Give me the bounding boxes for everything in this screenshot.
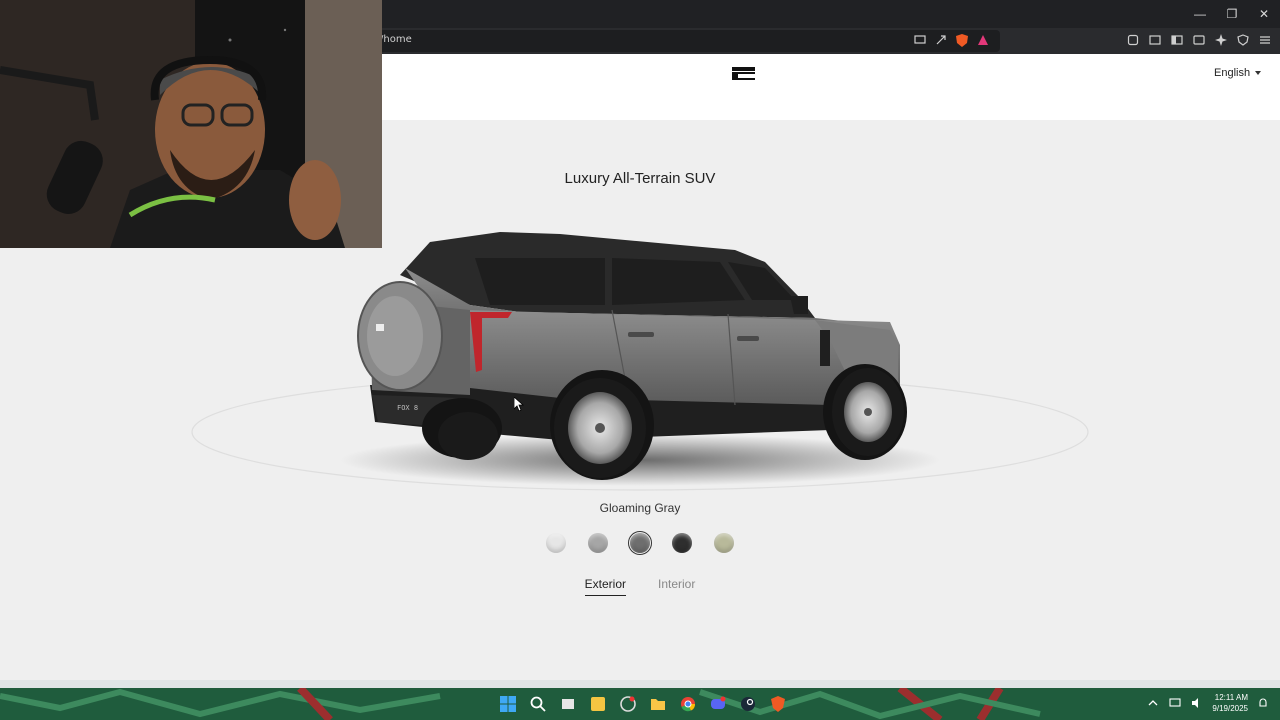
tab-exterior[interactable]: Exterior: [584, 577, 626, 596]
black-swatch[interactable]: [672, 533, 692, 553]
steam-icon[interactable]: [738, 694, 758, 714]
license-plate-text: FOX 8: [397, 404, 418, 412]
brave-shield-icon[interactable]: [955, 33, 969, 47]
widgets-icon[interactable]: [588, 694, 608, 714]
close-button[interactable]: ✕: [1248, 0, 1280, 28]
clock-date: 9/19/2025: [1212, 704, 1248, 713]
search-icon[interactable]: [528, 694, 548, 714]
caret-down-icon: [1255, 71, 1262, 75]
turntable-ring: [191, 373, 1089, 491]
cast-icon[interactable]: [913, 33, 927, 47]
sage-swatch[interactable]: [714, 533, 734, 553]
restore-button[interactable]: ❐: [1216, 0, 1248, 28]
wallet-icon[interactable]: [1148, 33, 1162, 47]
file-explorer-icon[interactable]: [648, 694, 668, 714]
brave-browser-icon[interactable]: [768, 694, 788, 714]
share-icon[interactable]: [934, 33, 948, 47]
suv-vehicle-image: FOX 8: [357, 232, 907, 480]
taskbar-divider: [0, 680, 1280, 688]
window-controls: — ❐ ✕: [1184, 0, 1280, 28]
brave-rewards-icon[interactable]: [976, 33, 990, 47]
notifications-icon[interactable]: [1256, 696, 1270, 710]
white-swatch[interactable]: [546, 533, 566, 553]
clock-time: 12:11 AM: [1214, 693, 1248, 702]
vehicle-shadow: [340, 434, 940, 486]
language-selector[interactable]: English: [1214, 67, 1262, 79]
task-view-icon[interactable]: [558, 694, 578, 714]
gloaming-gray-swatch[interactable]: [628, 531, 652, 555]
url-text[interactable]: /home: [380, 34, 412, 45]
network-icon[interactable]: [1168, 696, 1182, 710]
show-hidden-icons-icon[interactable]: [1146, 696, 1160, 710]
discord-icon[interactable]: [708, 694, 728, 714]
streamer-webcam-image: [0, 0, 382, 248]
windows-taskbar: 12:11 AM 9/19/2025: [0, 688, 1280, 720]
color-swatches: [0, 531, 1280, 555]
mouse-cursor-icon: [514, 397, 524, 411]
app-icon[interactable]: [618, 694, 638, 714]
light-gray-swatch[interactable]: [588, 533, 608, 553]
view-tabs: Exterior Interior: [0, 577, 1280, 596]
leo-ai-icon[interactable]: [1214, 33, 1228, 47]
selected-color-name: Gloaming Gray: [599, 501, 681, 515]
tabs-icon[interactable]: [1192, 33, 1206, 47]
system-tray: 12:11 AM 9/19/2025: [1146, 692, 1270, 714]
address-bar[interactable]: /home: [370, 30, 1000, 52]
menu-icon[interactable]: [1258, 33, 1272, 47]
sidebar-icon[interactable]: [1170, 33, 1184, 47]
windows-start-icon[interactable]: [498, 694, 518, 714]
language-label: English: [1214, 67, 1251, 79]
chrome-icon[interactable]: [678, 694, 698, 714]
taskbar-clock[interactable]: 12:11 AM 9/19/2025: [1212, 692, 1248, 714]
extensions-icon[interactable]: [1126, 33, 1140, 47]
vpn-shield-icon[interactable]: [1236, 33, 1250, 47]
brand-logo-icon[interactable]: [732, 67, 755, 80]
minimize-button[interactable]: —: [1184, 0, 1216, 28]
volume-icon[interactable]: [1190, 696, 1204, 710]
tab-interior[interactable]: Interior: [658, 577, 695, 596]
webcam-overlay: [0, 0, 382, 248]
